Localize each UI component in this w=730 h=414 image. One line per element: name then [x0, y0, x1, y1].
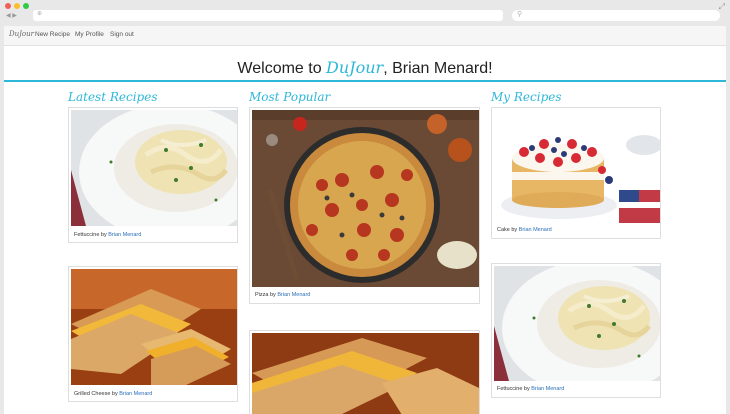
author-link[interactable]: Brian Menard [519, 227, 552, 233]
web-page: DuJour New Recipe My Profile Sign out We… [4, 26, 726, 414]
grilled-cheese-image[interactable] [71, 269, 237, 385]
brand-logo[interactable]: DuJour [9, 30, 34, 38]
author-link[interactable]: Brian Menard [531, 386, 564, 392]
most-popular-heading: Most Popular [249, 90, 331, 104]
welcome-prefix: Welcome to [237, 60, 327, 77]
recipe-card-grilled-cheese-popular[interactable] [249, 330, 480, 414]
recipe-card-fettuccine-mine[interactable]: Fettuccine by Brian Menard [491, 263, 661, 398]
recipe-caption: Fettuccine by Brian Menard [74, 232, 141, 238]
nav-link-my-profile[interactable]: My Profile [75, 31, 104, 38]
by-label: by [523, 386, 530, 392]
recipe-caption: Cake by Brian Menard [497, 227, 552, 233]
recipe-card-fettuccine[interactable]: Fettuccine by Brian Menard [68, 107, 238, 243]
recipe-title-link[interactable]: Fettuccine [74, 232, 99, 238]
page-title: Welcome to DuJour, Brian Menard! [4, 58, 726, 78]
address-bar[interactable]: ⊕ [33, 10, 503, 21]
maximize-window-button[interactable] [23, 3, 29, 9]
header-divider [4, 80, 726, 82]
grilled-cheese-image[interactable] [252, 333, 479, 414]
cake-image[interactable] [494, 110, 660, 223]
recipe-caption: Pizza by Brian Menard [255, 292, 310, 298]
welcome-brand: DuJour [326, 58, 384, 77]
author-link[interactable]: Brian Menard [277, 292, 310, 298]
recipe-caption: Grilled Cheese by Brian Menard [74, 391, 152, 397]
page-icon: ⊕ [37, 11, 43, 17]
browser-search-field[interactable]: ⚲ [512, 10, 720, 21]
nav-link-new-recipe[interactable]: New Recipe [35, 31, 70, 38]
fettuccine-image[interactable] [494, 266, 660, 381]
welcome-suffix: , Brian Menard! [383, 60, 493, 77]
site-navbar: DuJour New Recipe My Profile Sign out [4, 26, 726, 46]
expand-icon[interactable]: ⤢ [719, 2, 725, 12]
pizza-image[interactable] [252, 110, 479, 287]
recipe-card-grilled-cheese[interactable]: Grilled Cheese by Brian Menard [68, 266, 238, 402]
by-label: by [511, 227, 518, 233]
my-recipes-heading: My Recipes [491, 90, 562, 104]
recipe-title-link[interactable]: Pizza [255, 292, 268, 298]
by-label: by [269, 292, 276, 298]
minimize-window-button[interactable] [14, 3, 20, 9]
browser-titlebar: ⤢ ◀ ▶ ⊕ ⚲ [0, 0, 730, 26]
browser-window: ⤢ ◀ ▶ ⊕ ⚲ DuJour New Recipe My Profile S… [0, 0, 730, 414]
recipe-title-link[interactable]: Cake [497, 227, 510, 233]
latest-recipes-heading: Latest Recipes [68, 90, 158, 104]
search-icon: ⚲ [517, 11, 523, 18]
author-link[interactable]: Brian Menard [119, 391, 152, 397]
recipe-title-link[interactable]: Fettuccine [497, 386, 522, 392]
close-window-button[interactable] [5, 3, 11, 9]
recipe-caption: Fettuccine by Brian Menard [497, 386, 564, 392]
recipe-card-pizza[interactable]: Pizza by Brian Menard [249, 107, 480, 304]
nav-link-sign-out[interactable]: Sign out [110, 31, 134, 38]
history-nav: ◀ ▶ [6, 12, 17, 19]
forward-arrow-icon[interactable]: ▶ [12, 13, 17, 19]
back-arrow-icon[interactable]: ◀ [6, 13, 11, 19]
recipe-title-link[interactable]: Grilled Cheese [74, 391, 110, 397]
by-label: by [111, 391, 118, 397]
fettuccine-image[interactable] [71, 110, 237, 226]
recipe-card-cake[interactable]: Cake by Brian Menard [491, 107, 661, 239]
by-label: by [100, 232, 107, 238]
author-link[interactable]: Brian Menard [108, 232, 141, 238]
